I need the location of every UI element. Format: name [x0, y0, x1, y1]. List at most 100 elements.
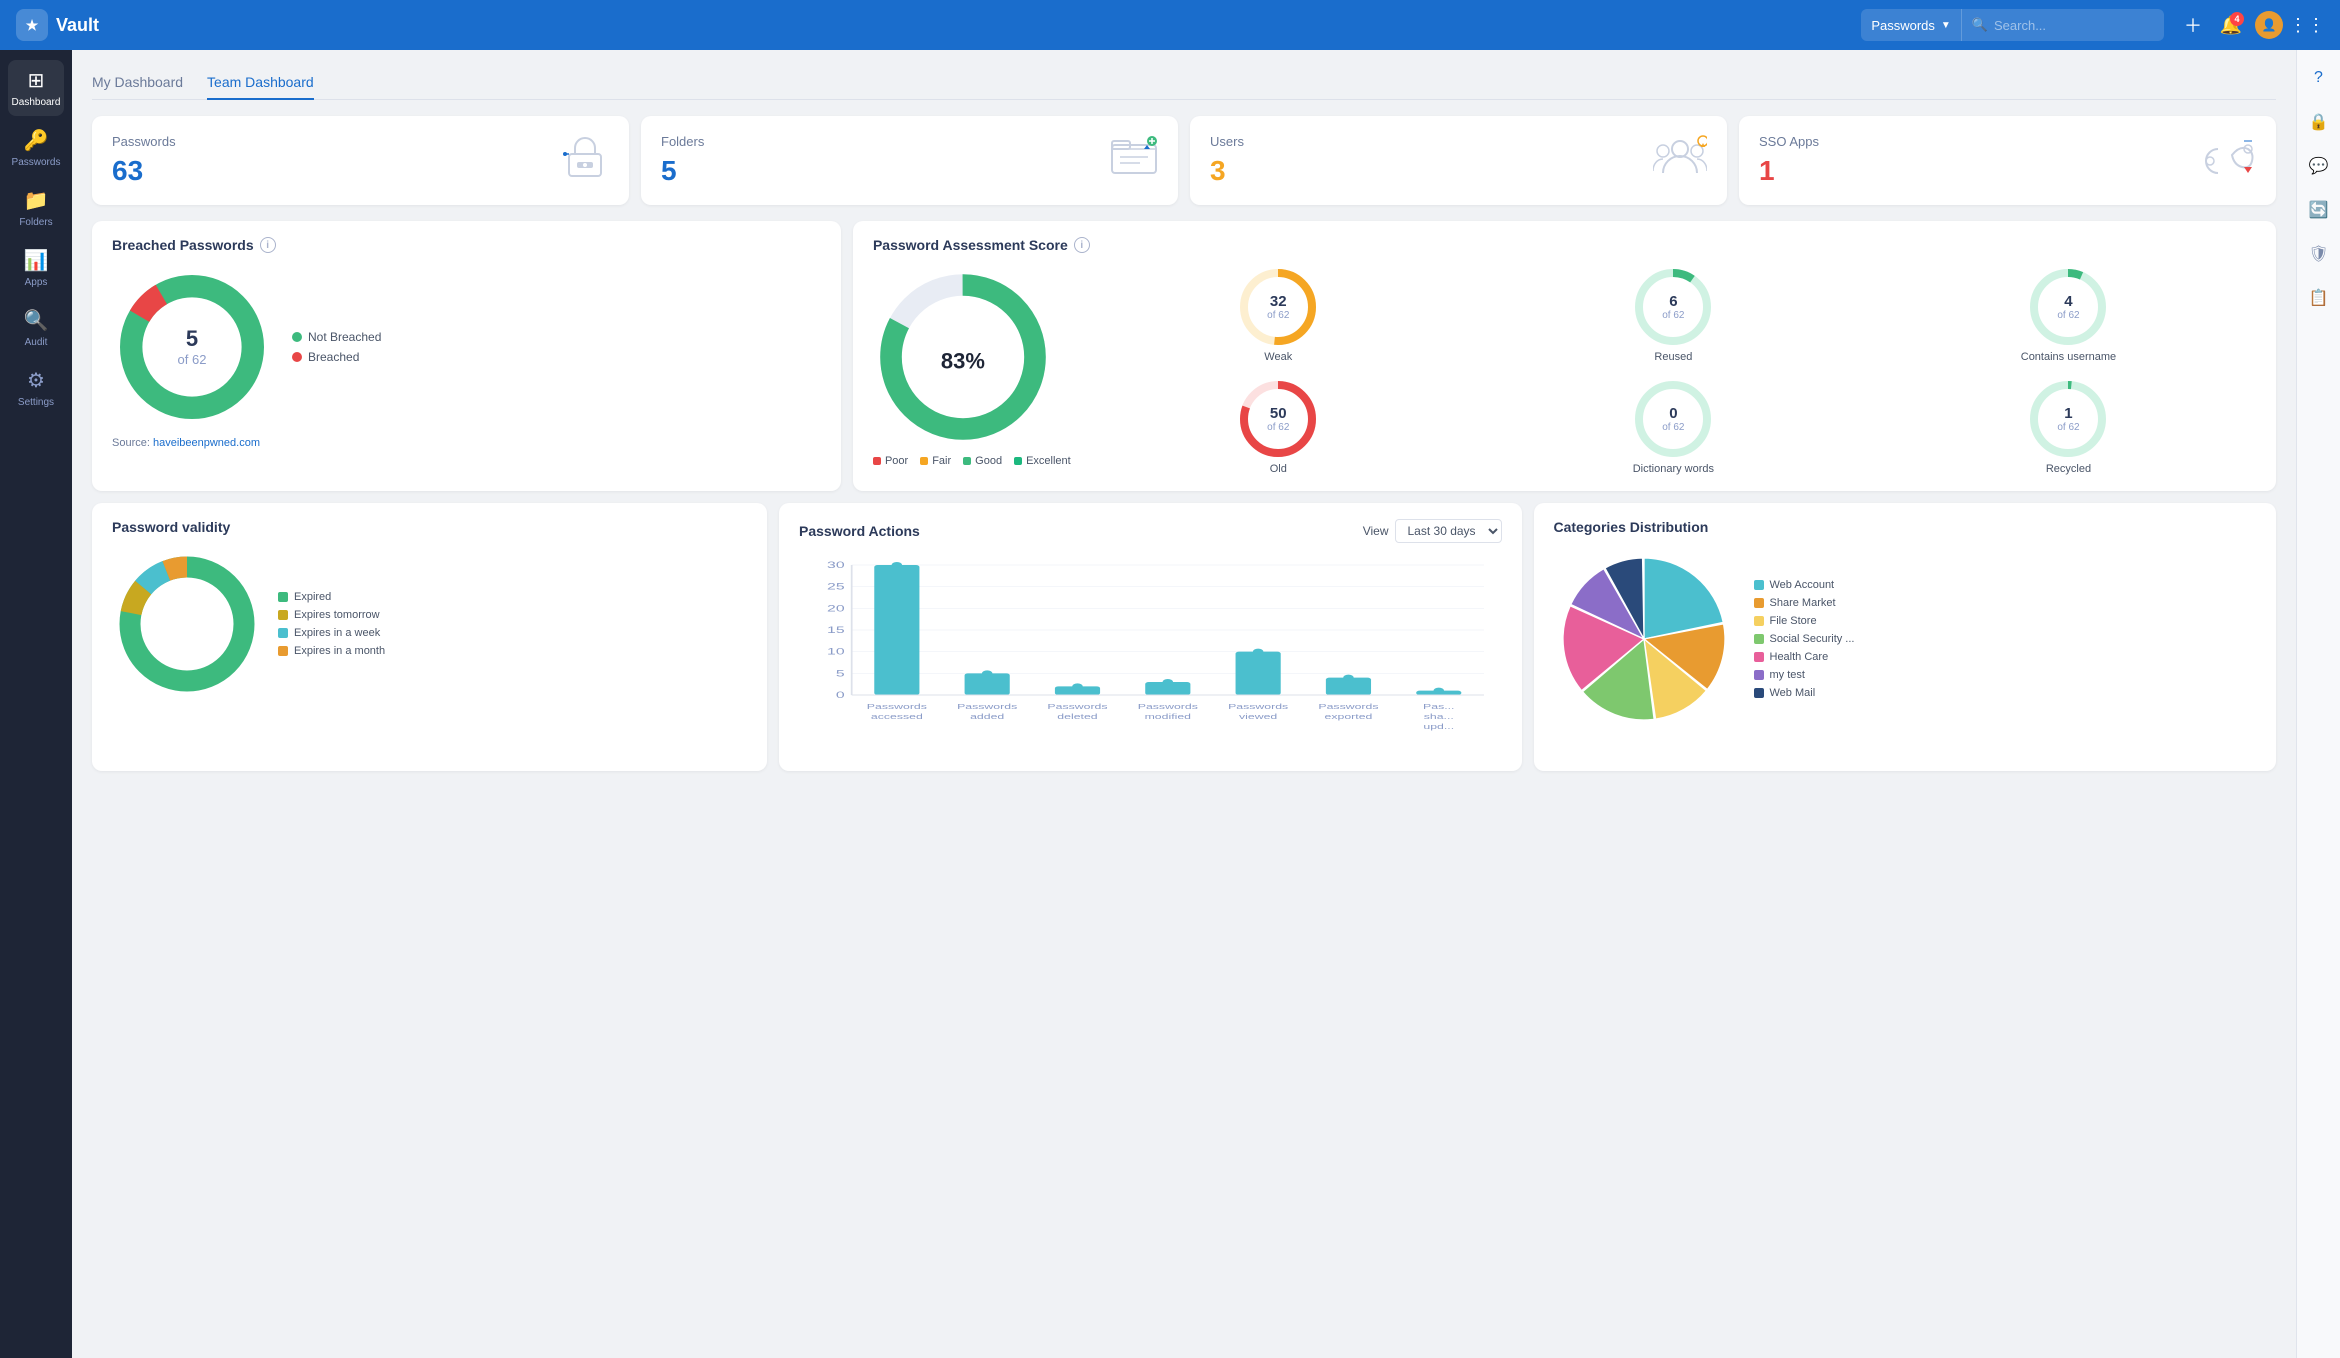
stat-value-sso: 1 — [1759, 155, 1819, 187]
assessment-donut: 83% — [873, 267, 1053, 447]
categories-title: Categories Distribution — [1554, 519, 2257, 535]
stat-label-users: Users — [1210, 134, 1244, 149]
apps-grid-button[interactable]: ⋮⋮ — [2290, 8, 2324, 42]
expires-tomorrow-dot — [278, 610, 288, 620]
mini-donut-center-1: 6 of 62 — [1662, 293, 1684, 321]
mini-donut-chart-1: 6 of 62 — [1633, 267, 1713, 347]
mini-donut-label-5: Recycled — [2046, 463, 2091, 475]
folder-stat-icon — [1110, 135, 1158, 186]
main-layout: ⊞ Dashboard 🔑 Passwords 📁 Folders 📊 Apps… — [0, 50, 2340, 1358]
sidebar-label-folders: Folders — [19, 217, 52, 228]
right-icon-shield[interactable]: 🛡 — [2301, 236, 2337, 272]
pie-dot-6 — [1754, 688, 1764, 698]
sso-icon — [2202, 135, 2256, 186]
lock-icon — [561, 132, 609, 189]
search-filter-button[interactable]: Passwords ▼ — [1861, 9, 1961, 41]
apps-icon: 📊 — [24, 248, 49, 273]
grid-icon: ⋮⋮ — [2289, 15, 2325, 36]
search-area[interactable]: Passwords ▼ 🔍 — [1861, 9, 2164, 41]
mini-donut-chart-5: 1 of 62 — [2028, 379, 2108, 459]
stat-card-folders[interactable]: Folders 5 — [641, 116, 1178, 205]
actions-header: Password Actions View Last 30 days Last … — [799, 519, 1502, 543]
notification-button[interactable]: 🔔 4 — [2214, 8, 2248, 42]
mini-donut-chart-2: 4 of 62 — [2028, 267, 2108, 347]
folder-icon: 📁 — [24, 188, 49, 213]
sidebar-item-passwords[interactable]: 🔑 Passwords — [8, 120, 64, 176]
pie-legend-3: Social Security ... — [1754, 633, 2257, 645]
search-icon: 🔍 — [1972, 17, 1988, 33]
avatar-button[interactable]: 👤 — [2252, 8, 2286, 42]
expires-month-dot — [278, 646, 288, 656]
sidebar-label-dashboard: Dashboard — [12, 97, 61, 108]
top-header: ★ Vault Passwords ▼ 🔍 ＋ 🔔 4 👤 ⋮⋮ — [0, 0, 2340, 50]
stat-label-sso: SSO Apps — [1759, 134, 1819, 149]
mini-donut-chart-4: 0 of 62 — [1633, 379, 1713, 459]
legend-expires-week: Expires in a week — [278, 627, 385, 639]
stat-card-sso[interactable]: SSO Apps 1 — [1739, 116, 2276, 205]
assessment-info-icon[interactable]: i — [1074, 237, 1090, 253]
svg-text:25: 25 — [827, 581, 845, 591]
validity-panel: Password validity — [92, 503, 767, 771]
svg-text:30: 30 — [827, 560, 845, 570]
search-input[interactable] — [1994, 18, 2154, 33]
right-icon-lock[interactable]: 🔒 — [2301, 104, 2337, 140]
audit-icon: 🔍 — [24, 308, 49, 333]
assessment-title: Password Assessment Score i — [873, 237, 2256, 253]
legend-good: Good — [963, 455, 1002, 467]
stats-row: Passwords 63 Folders — [92, 116, 2276, 205]
right-icon-refresh[interactable]: 🔄 — [2301, 192, 2337, 228]
sidebar-item-settings[interactable]: ⚙ Settings — [8, 360, 64, 416]
svg-text:Passwords: Passwords — [1047, 703, 1107, 711]
sidebar-item-audit[interactable]: 🔍 Audit — [8, 300, 64, 356]
right-icon-question[interactable]: ? — [2301, 60, 2337, 96]
sidebar-item-folders[interactable]: 📁 Folders — [8, 180, 64, 236]
svg-text:Passwords: Passwords — [1318, 703, 1378, 711]
header-icons: ＋ 🔔 4 👤 ⋮⋮ — [2176, 8, 2324, 42]
pie-legend-5: my test — [1754, 669, 2257, 681]
stat-card-users[interactable]: Users 3 — [1190, 116, 1727, 205]
pie-legend-0: Web Account — [1754, 579, 2257, 591]
breached-info-icon[interactable]: i — [260, 237, 276, 253]
svg-text:exported: exported — [1325, 713, 1373, 721]
stat-label-folders: Folders — [661, 134, 704, 149]
pie-dot-3 — [1754, 634, 1764, 644]
mini-donut-label-4: Dictionary words — [1633, 463, 1714, 475]
plus-icon: ＋ — [2184, 12, 2202, 38]
search-filter-label: Passwords — [1871, 18, 1935, 33]
breached-center: 5 of 62 — [178, 326, 207, 368]
sidebar-label-settings: Settings — [18, 397, 54, 408]
expires-week-dot — [278, 628, 288, 638]
view-dropdown[interactable]: Last 30 days Last 7 days Last 90 days — [1395, 519, 1502, 543]
tab-team-dashboard[interactable]: Team Dashboard — [207, 66, 314, 100]
mini-donut-chart-3: 50 of 62 — [1238, 379, 1318, 459]
actions-title: Password Actions — [799, 523, 920, 539]
svg-text:Passwords: Passwords — [957, 703, 1017, 711]
right-icon-list[interactable]: 📋 — [2301, 280, 2337, 316]
fair-dot — [920, 457, 928, 465]
sidebar-item-apps[interactable]: 📊 Apps — [8, 240, 64, 296]
assessment-inner: 83% Poor Fair — [873, 267, 2256, 475]
svg-text:10: 10 — [827, 646, 845, 656]
svg-text:modified: modified — [1145, 713, 1191, 721]
sidebar-item-dashboard[interactable]: ⊞ Dashboard — [8, 60, 64, 116]
pie-dot-5 — [1754, 670, 1764, 680]
stat-card-passwords[interactable]: Passwords 63 — [92, 116, 629, 205]
add-button[interactable]: ＋ — [2176, 8, 2210, 42]
sidebar-label-audit: Audit — [25, 337, 48, 348]
pie-legend-6: Web Mail — [1754, 687, 2257, 699]
mini-donut-contains-username: 4 of 62 Contains username — [1881, 267, 2256, 363]
svg-text:sha...: sha... — [1424, 713, 1454, 721]
svg-text:20: 20 — [827, 603, 845, 613]
notification-badge: 4 — [2230, 12, 2244, 26]
search-input-wrap: 🔍 — [1962, 17, 2164, 33]
validity-title: Password validity — [112, 519, 747, 535]
logo-area: ★ Vault — [16, 9, 99, 41]
svg-text:accessed: accessed — [871, 713, 923, 721]
pie-legend-1: Share Market — [1754, 597, 2257, 609]
tab-my-dashboard[interactable]: My Dashboard — [92, 66, 183, 100]
right-icon-chat[interactable]: 💬 — [2301, 148, 2337, 184]
mini-donut-reused: 6 of 62 Reused — [1486, 267, 1861, 363]
categories-pie — [1554, 549, 1734, 729]
haveibeenpwned-link[interactable]: haveibeenpwned.com — [153, 437, 260, 449]
content-area: My Dashboard Team Dashboard Passwords 63 — [72, 50, 2296, 1358]
